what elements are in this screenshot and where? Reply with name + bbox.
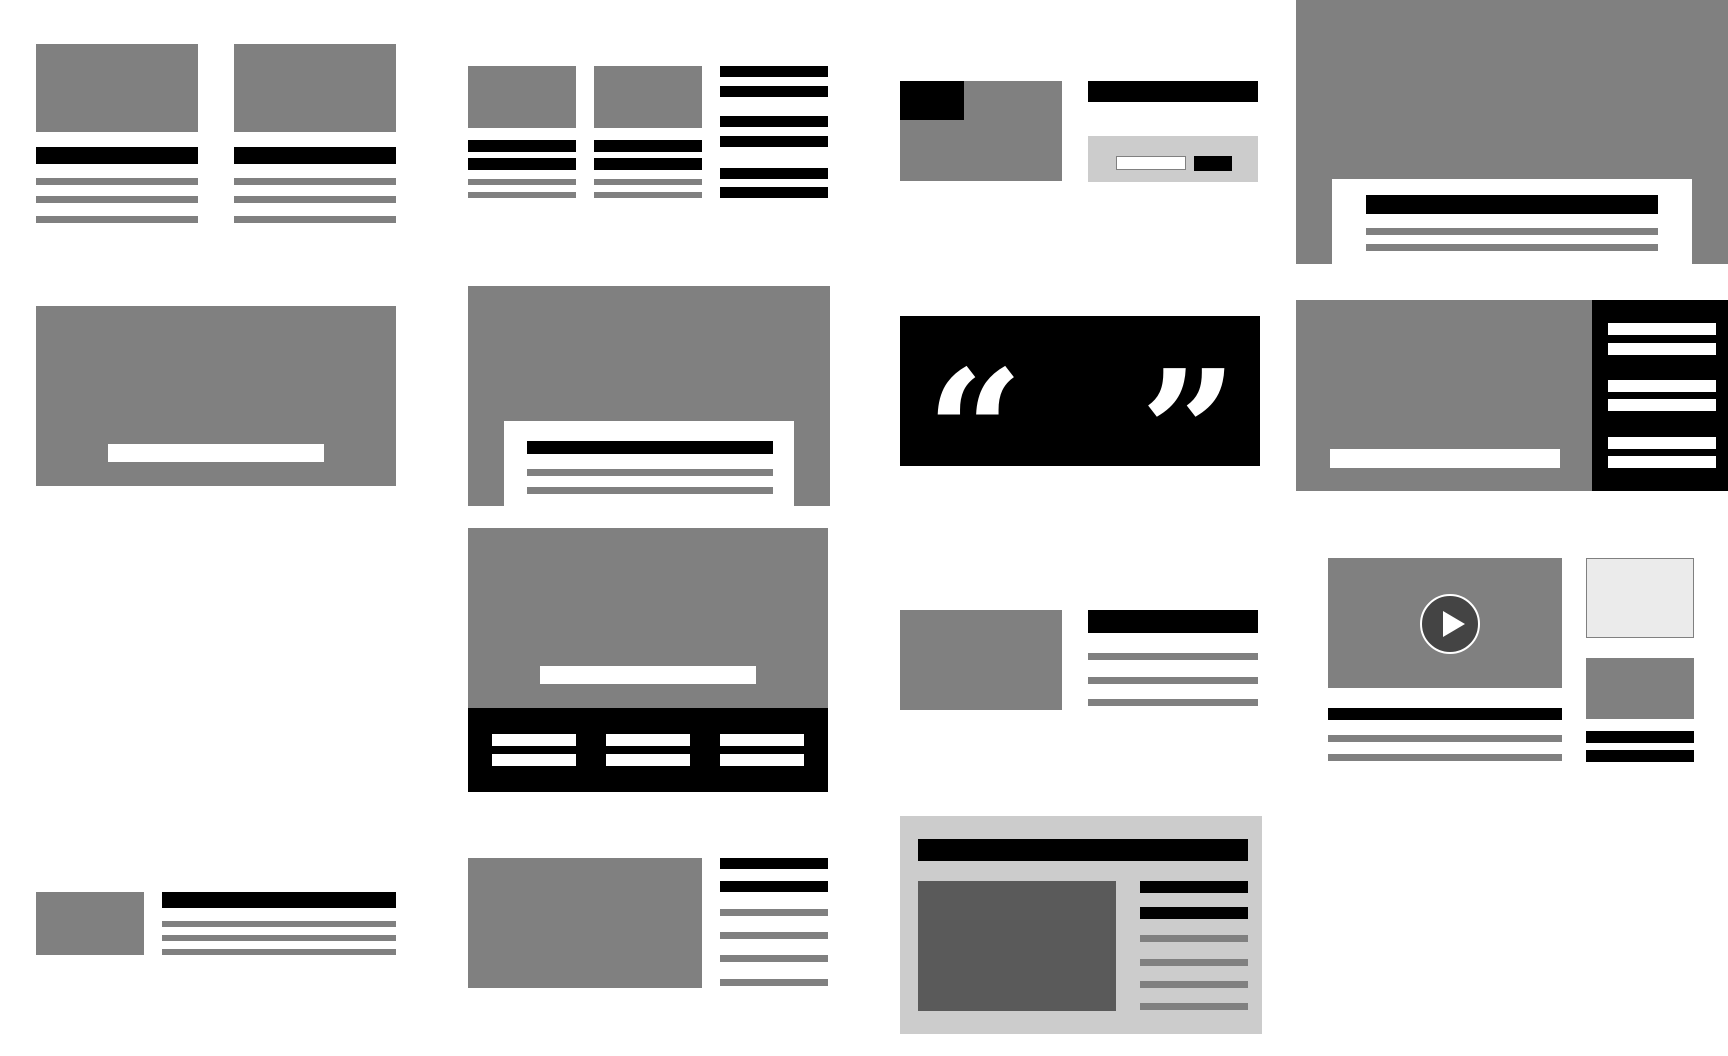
news-1-text-line: [468, 192, 576, 198]
signup-image-badge: [900, 81, 964, 120]
list-image: [468, 858, 702, 988]
card-1-text-line: [36, 178, 198, 185]
card-1-image: [36, 44, 198, 132]
sidebar-link-line: [1608, 437, 1716, 449]
sidebar-link-line: [1608, 323, 1716, 335]
framed-title-bar: [918, 839, 1248, 861]
news-1-title-bar: [468, 158, 576, 170]
signup-email-field[interactable]: [1116, 156, 1186, 170]
news-list-line: [720, 116, 828, 127]
sidebar-link-line: [1608, 456, 1716, 468]
footer-link-line: [492, 734, 576, 746]
overlap-card-text-line: [527, 487, 773, 494]
hero-card: [1332, 179, 1692, 265]
sidebar-ad-box: [1586, 558, 1694, 638]
signup-title-bar: [1088, 81, 1258, 102]
news-2-image: [594, 66, 702, 128]
feature-text-line: [1088, 699, 1258, 706]
footer-link-line: [720, 734, 804, 746]
news-1-image: [468, 66, 576, 128]
banner-caption-bar: [108, 444, 324, 462]
hero-card-title-bar: [1366, 195, 1658, 214]
news-list-line: [720, 86, 828, 97]
hero-card-text-line: [1366, 244, 1658, 251]
thumb-title-bar: [162, 892, 396, 908]
card-2-text-line: [234, 178, 396, 185]
list-heading-bar: [720, 858, 828, 869]
feature-title-bar: [1088, 610, 1258, 633]
list-text-line: [720, 979, 828, 986]
footer-link-line: [606, 734, 690, 746]
list-text-line: [720, 909, 828, 916]
news-list-line: [720, 187, 828, 198]
news-list-line: [720, 168, 828, 179]
overlap-card-text-line: [527, 469, 773, 476]
quote-open-icon: “: [926, 333, 1024, 533]
sidebar-link-line: [1608, 343, 1716, 355]
card-2-title-bar: [234, 147, 396, 164]
thumb-text-line: [162, 949, 396, 955]
feature-image: [900, 610, 1062, 710]
thumb-text-line: [162, 921, 396, 927]
overlap-card: [504, 421, 794, 507]
video-title-bar: [1328, 708, 1562, 720]
news-2-title-bar: [594, 158, 702, 170]
list-text-line: [720, 955, 828, 962]
sidebar-thumb: [1586, 658, 1694, 719]
feature-text-line: [1088, 677, 1258, 684]
sidebar-link-line: [1608, 399, 1716, 411]
video-text-line: [1328, 735, 1562, 742]
framed-heading-bar: [1140, 881, 1248, 893]
news-2-title-bar: [594, 140, 702, 152]
news-list-line: [720, 66, 828, 77]
sidebar-thumb-title-bar: [1586, 750, 1694, 762]
thumb-image: [36, 892, 144, 955]
news-1-title-bar: [468, 140, 576, 152]
footer-link-line: [606, 754, 690, 766]
framed-text-line: [1140, 959, 1248, 966]
quote-close-icon: ”: [1140, 333, 1238, 533]
hero-card-text-line: [1366, 228, 1658, 235]
overlap-card-title-bar: [527, 441, 773, 454]
card-2-image: [234, 44, 396, 132]
framed-text-line: [1140, 935, 1248, 942]
video-text-line: [1328, 754, 1562, 761]
card-1-title-bar: [36, 147, 198, 164]
card-1-text-line: [36, 196, 198, 203]
play-icon[interactable]: [1420, 594, 1480, 654]
framed-media: [918, 881, 1116, 1011]
thumb-text-line: [162, 935, 396, 941]
card-2-text-line: [234, 196, 396, 203]
card-2-text-line: [234, 216, 396, 223]
card-1-text-line: [36, 216, 198, 223]
news-2-text-line: [594, 192, 702, 198]
footer-link-line: [492, 754, 576, 766]
sidebar-thumb-title-bar: [1586, 731, 1694, 743]
framed-heading-bar: [1140, 907, 1248, 919]
news-2-text-line: [594, 179, 702, 185]
hero-caption-bar: [540, 666, 756, 684]
news-1-text-line: [468, 179, 576, 185]
signup-submit-button[interactable]: [1194, 156, 1232, 171]
footer-band: [468, 708, 828, 792]
footer-link-line: [720, 754, 804, 766]
list-heading-bar: [720, 881, 828, 892]
news-list-line: [720, 136, 828, 147]
sidebar-hero-caption-bar: [1330, 449, 1560, 468]
sidebar-link-line: [1608, 380, 1716, 392]
framed-text-line: [1140, 981, 1248, 988]
feature-text-line: [1088, 653, 1258, 660]
list-text-line: [720, 932, 828, 939]
framed-text-line: [1140, 1003, 1248, 1010]
